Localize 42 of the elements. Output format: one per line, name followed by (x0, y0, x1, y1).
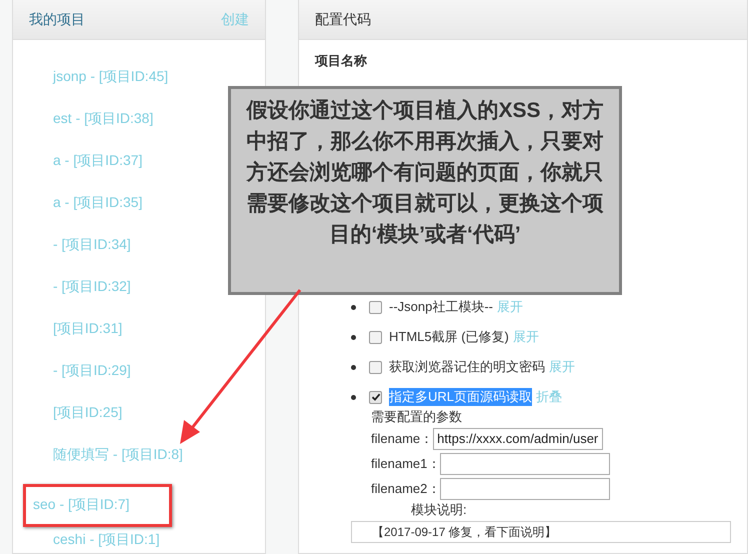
description-text: 【2017-09-17 修复，看下面说明】 (372, 525, 557, 539)
project-link[interactable]: est - [项目ID:38] (23, 106, 154, 148)
toggle-link[interactable]: 展开 (549, 358, 575, 376)
project-link[interactable]: 随便填写 - [项目ID:8] (23, 442, 183, 484)
input-field[interactable]: https://xxxx.com/admin/user (433, 428, 604, 450)
module-label: HTML5截屏 (已修复) (389, 328, 509, 346)
field-label: 项目名称 (315, 52, 368, 70)
params-title: 需要配置的参数 (371, 408, 463, 426)
checkbox[interactable] (369, 330, 382, 344)
project-link[interactable]: a - [项目ID:35] (23, 190, 142, 232)
project-link[interactable]: a - [项目ID:37] (23, 148, 142, 190)
checkbox[interactable] (369, 300, 382, 314)
annotation-note: 假设你通过这个项目植入的XSS，对方中招了，那么你不用再次插入，只要对方还会浏览哪个有问题的页面，你就只需要修改这个项目就可以，更换这个项目的‘模块’或者‘代码’ (228, 86, 622, 295)
module-label: 获取浏览器记住的明文密码 (389, 358, 545, 376)
module-description-label: 模块说明: (411, 501, 468, 519)
bullet-icon (351, 364, 356, 370)
project-link[interactable]: - [项目ID:29] (23, 358, 131, 400)
toggle-link[interactable]: 展开 (512, 328, 539, 346)
param-label: filename1： (371, 454, 440, 472)
project-link[interactable]: seo - [项目ID:7] (23, 484, 172, 527)
param-label: filename2： (371, 480, 440, 498)
project-link[interactable]: ceshi - [项目ID:1] (23, 527, 160, 554)
toggle-link[interactable]: 折叠 (536, 388, 562, 406)
checkbox[interactable] (369, 390, 382, 404)
project-link[interactable]: - [项目ID:34] (23, 232, 131, 274)
create-link[interactable]: 创建 (221, 10, 249, 28)
input-field[interactable] (440, 452, 610, 474)
project-link[interactable]: - [项目ID:32] (23, 274, 131, 316)
module-label: --Jsonp社工模块-- (389, 298, 494, 316)
panel-title: 配置代码 (315, 10, 371, 28)
param-label: filename： (371, 430, 434, 448)
bullet-icon (351, 334, 356, 340)
checkbox[interactable] (369, 360, 382, 374)
panel-title: 我的项目 (29, 10, 85, 28)
bullet-icon (351, 304, 356, 310)
bullet-icon (351, 394, 356, 400)
input-field[interactable] (440, 478, 610, 500)
project-link[interactable]: [项目ID:25] (23, 400, 122, 442)
module-label: 指定多URL页面源码读取 (389, 388, 532, 406)
project-link[interactable]: jsonp - [项目ID:45] (23, 64, 168, 106)
toggle-link[interactable]: 展开 (497, 298, 524, 316)
project-link[interactable]: [项目ID:31] (23, 316, 122, 358)
